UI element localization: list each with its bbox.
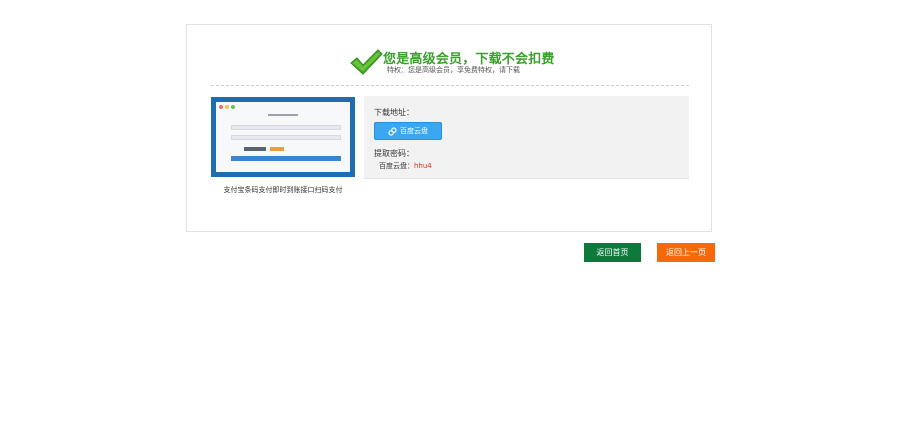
cloud-link-icon — [388, 126, 397, 136]
download-address-label: 下载地址： — [374, 108, 414, 117]
thumbnail-heading — [268, 114, 298, 116]
thumbnail-field — [231, 125, 341, 130]
page-subtitle: 特权：您是高级会员，享免费特权，请下载 — [387, 66, 520, 74]
product-caption[interactable]: 支付宝条码支付即时到账接口扫码支付 — [211, 185, 355, 195]
baidu-pan-label: 百度云盘 — [400, 127, 428, 135]
download-panel: 下载地址： 百度云盘 提取密码： 百度云盘：hhu4 — [364, 96, 689, 179]
thumbnail-field — [231, 135, 341, 140]
checkmark-icon — [350, 49, 383, 75]
window-dots — [219, 105, 235, 109]
extract-code-value[interactable]: hhu4 — [414, 162, 432, 170]
thumbnail-screen — [216, 102, 350, 172]
product-thumbnail[interactable] — [211, 97, 355, 177]
extract-code-label: 提取密码： — [374, 149, 414, 158]
thumbnail-submit — [231, 156, 341, 161]
home-button[interactable]: 返回首页 — [584, 243, 641, 262]
divider — [211, 85, 689, 86]
back-button[interactable]: 返回上一页 — [657, 243, 715, 262]
thumbnail-code — [244, 147, 266, 151]
thumbnail-captcha — [270, 147, 284, 151]
baidu-pan-button[interactable]: 百度云盘 — [374, 122, 442, 140]
extract-code-line: 百度云盘：hhu4 — [379, 161, 432, 171]
member-header: 您是高级会员，下载不会扣费 特权：您是高级会员，享免费特权，请下载 — [349, 46, 569, 78]
download-card: 您是高级会员，下载不会扣费 特权：您是高级会员，享免费特权，请下载 支付宝条码支… — [186, 24, 712, 232]
code-prefix: 百度云盘： — [379, 162, 414, 170]
